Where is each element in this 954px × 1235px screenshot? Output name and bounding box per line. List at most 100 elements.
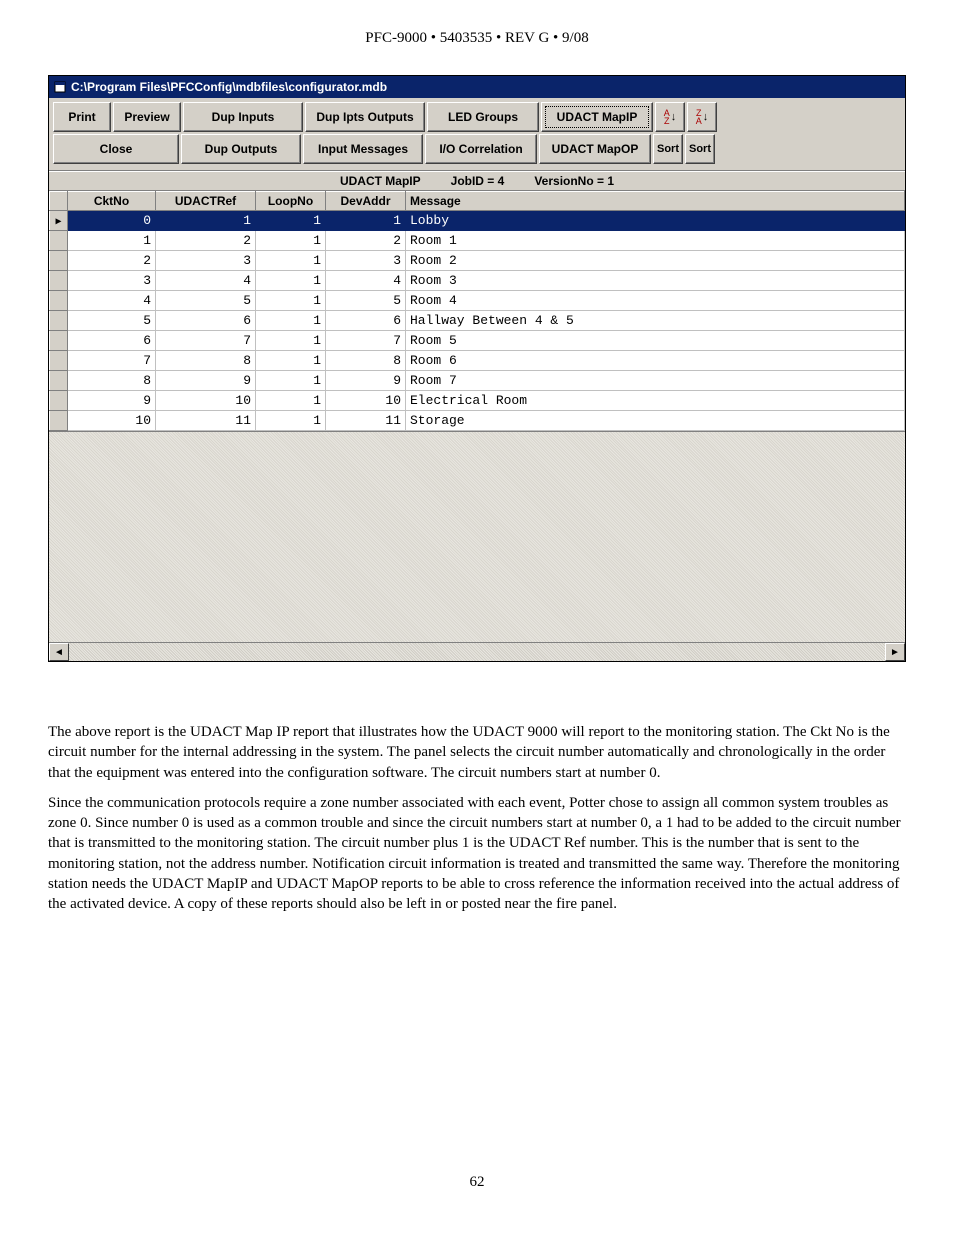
cell-ref[interactable]: 8	[156, 351, 256, 371]
table-row[interactable]: ▶0111Lobby	[50, 211, 905, 231]
table-row[interactable]: 3414Room 3	[50, 271, 905, 291]
cell-loop[interactable]: 1	[256, 251, 326, 271]
cell-message[interactable]: Room 2	[406, 251, 905, 271]
cell-addr[interactable]: 5	[326, 291, 406, 311]
scroll-right-button[interactable]: ►	[885, 643, 905, 661]
cell-addr[interactable]: 3	[326, 251, 406, 271]
table-row[interactable]: 2313Room 2	[50, 251, 905, 271]
table-row[interactable]: 910110Electrical Room	[50, 391, 905, 411]
cell-addr[interactable]: 6	[326, 311, 406, 331]
table-row[interactable]: 6717Room 5	[50, 331, 905, 351]
cell-loop[interactable]: 1	[256, 271, 326, 291]
cell-loop[interactable]: 1	[256, 311, 326, 331]
cell-ref[interactable]: 11	[156, 411, 256, 431]
cell-ref[interactable]: 10	[156, 391, 256, 411]
cell-ref[interactable]: 4	[156, 271, 256, 291]
table-row[interactable]: 1212Room 1	[50, 231, 905, 251]
sort-desc-button[interactable]: ZA↓	[687, 102, 717, 132]
row-selector[interactable]	[50, 311, 68, 331]
row-selector[interactable]	[50, 331, 68, 351]
cell-addr[interactable]: 10	[326, 391, 406, 411]
cell-message[interactable]: Hallway Between 4 & 5	[406, 311, 905, 331]
row-selector[interactable]	[50, 411, 68, 431]
cell-loop[interactable]: 1	[256, 231, 326, 251]
input-messages-button[interactable]: Input Messages	[303, 134, 423, 164]
col-cktno[interactable]: CktNo	[68, 192, 156, 211]
cell-ckt[interactable]: 7	[68, 351, 156, 371]
cell-loop[interactable]: 1	[256, 211, 326, 231]
cell-ref[interactable]: 6	[156, 311, 256, 331]
table-row[interactable]: 1011111Storage	[50, 411, 905, 431]
table-row[interactable]: 4515Room 4	[50, 291, 905, 311]
cell-ckt[interactable]: 6	[68, 331, 156, 351]
cell-ckt[interactable]: 1	[68, 231, 156, 251]
udact-mapip-button[interactable]: UDACT MapIP	[541, 102, 653, 132]
led-groups-button[interactable]: LED Groups	[427, 102, 539, 132]
cell-message[interactable]: Room 5	[406, 331, 905, 351]
row-selector[interactable]: ▶	[50, 211, 68, 231]
cell-loop[interactable]: 1	[256, 291, 326, 311]
cell-message[interactable]: Room 4	[406, 291, 905, 311]
col-loopno[interactable]: LoopNo	[256, 192, 326, 211]
row-selector[interactable]	[50, 231, 68, 251]
cell-ckt[interactable]: 0	[68, 211, 156, 231]
cell-ref[interactable]: 5	[156, 291, 256, 311]
cell-message[interactable]: Room 6	[406, 351, 905, 371]
col-devaddr[interactable]: DevAddr	[326, 192, 406, 211]
print-button[interactable]: Print	[53, 102, 111, 132]
cell-ref[interactable]: 1	[156, 211, 256, 231]
cell-addr[interactable]: 1	[326, 211, 406, 231]
cell-ckt[interactable]: 10	[68, 411, 156, 431]
horizontal-scrollbar[interactable]: ◄ ►	[49, 642, 905, 661]
udact-mapop-button[interactable]: UDACT MapOP	[539, 134, 651, 164]
cell-message[interactable]: Room 3	[406, 271, 905, 291]
row-selector[interactable]	[50, 351, 68, 371]
cell-ckt[interactable]: 4	[68, 291, 156, 311]
scroll-left-button[interactable]: ◄	[49, 643, 69, 661]
preview-button[interactable]: Preview	[113, 102, 181, 132]
cell-loop[interactable]: 1	[256, 371, 326, 391]
close-button[interactable]: Close	[53, 134, 179, 164]
cell-addr[interactable]: 9	[326, 371, 406, 391]
cell-loop[interactable]: 1	[256, 391, 326, 411]
cell-message[interactable]: Room 1	[406, 231, 905, 251]
cell-ref[interactable]: 9	[156, 371, 256, 391]
cell-message[interactable]: Lobby	[406, 211, 905, 231]
cell-message[interactable]: Room 7	[406, 371, 905, 391]
cell-ckt[interactable]: 5	[68, 311, 156, 331]
cell-ref[interactable]: 3	[156, 251, 256, 271]
dup-ipts-outputs-button[interactable]: Dup Ipts Outputs	[305, 102, 425, 132]
cell-ckt[interactable]: 8	[68, 371, 156, 391]
cell-ref[interactable]: 7	[156, 331, 256, 351]
cell-ckt[interactable]: 2	[68, 251, 156, 271]
col-udactref[interactable]: UDACTRef	[156, 192, 256, 211]
dup-inputs-button[interactable]: Dup Inputs	[183, 102, 303, 132]
table-row[interactable]: 7818Room 6	[50, 351, 905, 371]
cell-loop[interactable]: 1	[256, 411, 326, 431]
cell-addr[interactable]: 11	[326, 411, 406, 431]
cell-loop[interactable]: 1	[256, 351, 326, 371]
cell-ref[interactable]: 2	[156, 231, 256, 251]
sort-button-2[interactable]: Sort	[685, 134, 715, 164]
cell-addr[interactable]: 7	[326, 331, 406, 351]
cell-message[interactable]: Electrical Room	[406, 391, 905, 411]
scroll-track[interactable]	[69, 643, 885, 661]
sort-button-1[interactable]: Sort	[653, 134, 683, 164]
row-selector[interactable]	[50, 251, 68, 271]
cell-loop[interactable]: 1	[256, 331, 326, 351]
table-row[interactable]: 8919Room 7	[50, 371, 905, 391]
row-selector[interactable]	[50, 291, 68, 311]
row-selector[interactable]	[50, 271, 68, 291]
cell-ckt[interactable]: 3	[68, 271, 156, 291]
cell-message[interactable]: Storage	[406, 411, 905, 431]
cell-ckt[interactable]: 9	[68, 391, 156, 411]
row-selector[interactable]	[50, 391, 68, 411]
io-correlation-button[interactable]: I/O Correlation	[425, 134, 537, 164]
dup-outputs-button[interactable]: Dup Outputs	[181, 134, 301, 164]
cell-addr[interactable]: 8	[326, 351, 406, 371]
table-row[interactable]: 5616Hallway Between 4 & 5	[50, 311, 905, 331]
sort-asc-button[interactable]: AZ↓	[655, 102, 685, 132]
cell-addr[interactable]: 4	[326, 271, 406, 291]
row-selector[interactable]	[50, 371, 68, 391]
col-message[interactable]: Message	[406, 192, 905, 211]
